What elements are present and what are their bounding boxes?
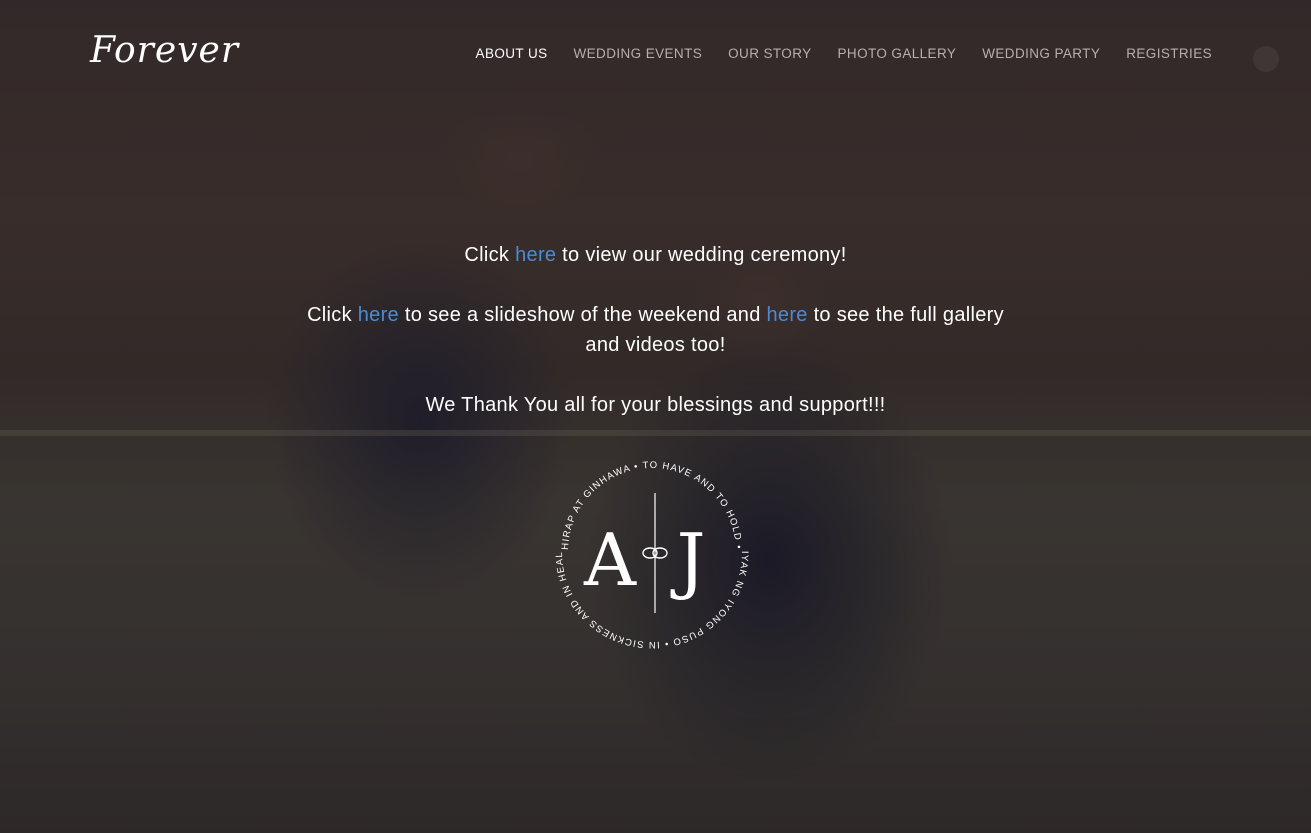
nav-registries[interactable]: REGISTRIES: [1126, 46, 1212, 61]
site-logo[interactable]: Forever: [90, 30, 239, 71]
monogram-seal: HIRAP AT GINHAWA • TO HAVE AND TO HOLD •…: [555, 455, 749, 649]
main-nav: ABOUT US WEDDING EVENTS OUR STORY PHOTO …: [476, 46, 1212, 61]
nav-wedding-events[interactable]: WEDDING EVENTS: [574, 46, 703, 61]
nav-photo-gallery[interactable]: PHOTO GALLERY: [838, 46, 957, 61]
nav-our-story[interactable]: OUR STORY: [728, 46, 811, 61]
main-content: Click here to view our wedding ceremony!…: [0, 240, 1311, 450]
ceremony-line: Click here to view our wedding ceremony!: [464, 244, 847, 266]
slideshow-line: Click here to see a slideshow of the wee…: [307, 304, 1004, 356]
slideshow-link[interactable]: here: [358, 304, 399, 326]
thank-you-line: We Thank You all for your blessings and …: [425, 394, 886, 416]
corner-circle-icon: [1253, 46, 1279, 72]
ceremony-link[interactable]: here: [515, 244, 556, 266]
gallery-link[interactable]: here: [766, 304, 807, 326]
nav-wedding-party[interactable]: WEDDING PARTY: [982, 46, 1100, 61]
monogram-letter-a: A: [583, 518, 637, 602]
site-header: Forever ABOUT US WEDDING EVENTS OUR STOR…: [0, 0, 1311, 110]
monogram-letter-j: J: [670, 518, 706, 602]
nav-about-us[interactable]: ABOUT US: [476, 46, 548, 61]
